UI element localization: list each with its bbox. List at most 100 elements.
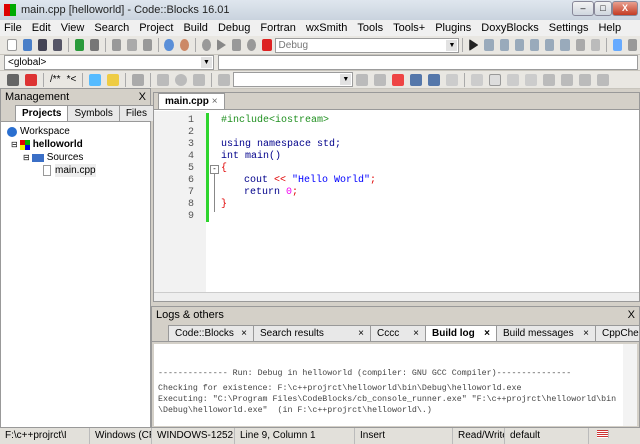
menu-debug[interactable]: Debug [218, 22, 250, 34]
match-case-icon[interactable] [428, 73, 441, 86]
step-instruction-icon[interactable] [560, 39, 570, 51]
collapse-icon[interactable]: ⊟ [11, 138, 18, 151]
search-combo[interactable]: ▼ [233, 72, 354, 87]
tab-projects[interactable]: Projects [15, 105, 69, 121]
management-close-icon[interactable]: X [139, 91, 146, 103]
log-tab-cccc[interactable]: Cccc × [370, 325, 426, 341]
cut-icon[interactable] [112, 39, 122, 51]
menu-search[interactable]: Search [94, 22, 129, 34]
logs-close-icon[interactable]: X [628, 309, 635, 321]
tab-files[interactable]: Files [118, 105, 154, 121]
help-icon[interactable] [107, 73, 120, 86]
tab-close-icon[interactable]: × [241, 328, 247, 339]
menu-tools-plus[interactable]: Tools+ [393, 22, 425, 34]
scope-select[interactable]: <global> ▼ [4, 55, 214, 70]
next-line-icon[interactable] [499, 39, 509, 51]
paste-icon[interactable] [142, 39, 152, 51]
layout-icon-1[interactable] [543, 73, 556, 86]
editor-tab-main-cpp[interactable]: main.cpp × [158, 93, 225, 109]
project-icon[interactable] [25, 73, 37, 86]
minimize-button[interactable]: ‒ [572, 1, 594, 16]
layout-icon-4[interactable] [597, 73, 610, 86]
save-icon[interactable] [37, 39, 48, 51]
pointer-icon[interactable] [471, 73, 484, 86]
clear-icon[interactable] [218, 73, 231, 86]
menu-settings[interactable]: Settings [549, 22, 589, 34]
wrench-icon[interactable] [132, 73, 145, 86]
menu-help[interactable]: Help [598, 22, 621, 34]
tab-close-icon[interactable]: × [413, 328, 419, 339]
debug-windows-icon[interactable] [612, 39, 622, 51]
pause-icon[interactable] [575, 39, 585, 51]
dialog-icon[interactable] [525, 73, 538, 86]
arrow-left-icon[interactable] [356, 73, 369, 86]
function-select[interactable] [218, 55, 638, 70]
stop-debug-icon[interactable] [590, 39, 600, 51]
run-to-cursor-icon[interactable] [484, 39, 494, 51]
tab-close-icon[interactable]: × [484, 328, 490, 339]
log-tab-cppcheck[interactable]: CppChe [595, 325, 639, 341]
tree-item-project[interactable]: ⊟ helloworld [7, 138, 144, 151]
database-icon[interactable] [7, 73, 19, 86]
menu-plugins[interactable]: Plugins [435, 22, 471, 34]
layout-icon-2[interactable] [561, 73, 574, 86]
tree-item-workspace[interactable]: Workspace [7, 125, 144, 138]
prev-bookmark-icon[interactable] [157, 73, 170, 86]
debug-info-icon[interactable] [627, 39, 638, 51]
new-file-icon[interactable] [7, 39, 17, 51]
menu-doxyblocks[interactable]: DoxyBlocks [481, 22, 538, 34]
undo-icon[interactable] [74, 39, 85, 51]
menu-view[interactable]: View [61, 22, 85, 34]
log-tab-codeblocks[interactable]: Code::Blocks × [168, 325, 254, 341]
copy-icon[interactable] [127, 39, 137, 51]
layout-icon-3[interactable] [579, 73, 592, 86]
menu-edit[interactable]: Edit [32, 22, 51, 34]
open-icon[interactable] [22, 39, 32, 51]
save-all-icon[interactable] [53, 39, 63, 51]
select-icon[interactable] [410, 73, 423, 86]
rebuild-icon[interactable] [247, 39, 257, 51]
horizontal-scrollbar[interactable] [154, 292, 639, 301]
toggle-bookmark-icon[interactable] [175, 73, 188, 86]
menu-build[interactable]: Build [183, 22, 207, 34]
doc-comment-button[interactable]: /** [50, 74, 61, 85]
build-log-output[interactable]: -------------- Run: Debug in helloworld … [154, 344, 624, 426]
collapse-icon[interactable]: ⊟ [23, 151, 30, 164]
menu-wxsmith[interactable]: wxSmith [306, 22, 348, 34]
tree-item-main-cpp[interactable]: main.cpp [7, 164, 144, 177]
menu-fortran[interactable]: Fortran [260, 22, 295, 34]
panel-icon[interactable] [507, 73, 520, 86]
menu-file[interactable]: File [4, 22, 22, 34]
vertical-scrollbar[interactable] [623, 344, 637, 426]
tab-symbols[interactable]: Symbols [67, 105, 120, 121]
step-into-icon[interactable] [514, 39, 524, 51]
fold-collapse-icon[interactable]: - [210, 165, 219, 174]
debug-start-icon[interactable] [469, 39, 479, 51]
tab-close-icon[interactable]: × [358, 328, 364, 339]
build-gear-icon[interactable] [201, 39, 211, 51]
log-tab-build-log[interactable]: Build log × [425, 325, 497, 341]
doxywizard-icon[interactable] [89, 73, 102, 86]
regex-icon[interactable] [446, 73, 459, 86]
tab-close-icon[interactable]: × [583, 328, 589, 339]
abort-icon[interactable] [262, 39, 272, 51]
build-run-icon[interactable] [231, 39, 242, 51]
highlight-icon[interactable] [392, 73, 405, 86]
log-tab-search-results[interactable]: Search results × [253, 325, 371, 341]
tree-item-sources[interactable]: ⊟ Sources [7, 151, 144, 164]
line-comment-button[interactable]: *< [67, 74, 77, 85]
tab-close-icon[interactable]: × [212, 96, 218, 107]
redo-icon[interactable] [90, 39, 100, 51]
log-tab-build-messages[interactable]: Build messages × [496, 325, 596, 341]
arrow-right-icon[interactable] [374, 73, 387, 86]
next-instruction-icon[interactable] [545, 39, 555, 51]
frame-icon[interactable] [489, 73, 502, 86]
maximize-button[interactable]: □ [594, 1, 612, 16]
run-icon[interactable] [216, 39, 226, 51]
step-out-icon[interactable] [529, 39, 540, 51]
build-target-select[interactable]: Debug ▼ [274, 37, 460, 53]
close-button[interactable]: X [612, 1, 638, 16]
find-icon[interactable] [164, 39, 174, 51]
menu-tools[interactable]: Tools [357, 22, 383, 34]
next-bookmark-icon[interactable] [193, 73, 206, 86]
